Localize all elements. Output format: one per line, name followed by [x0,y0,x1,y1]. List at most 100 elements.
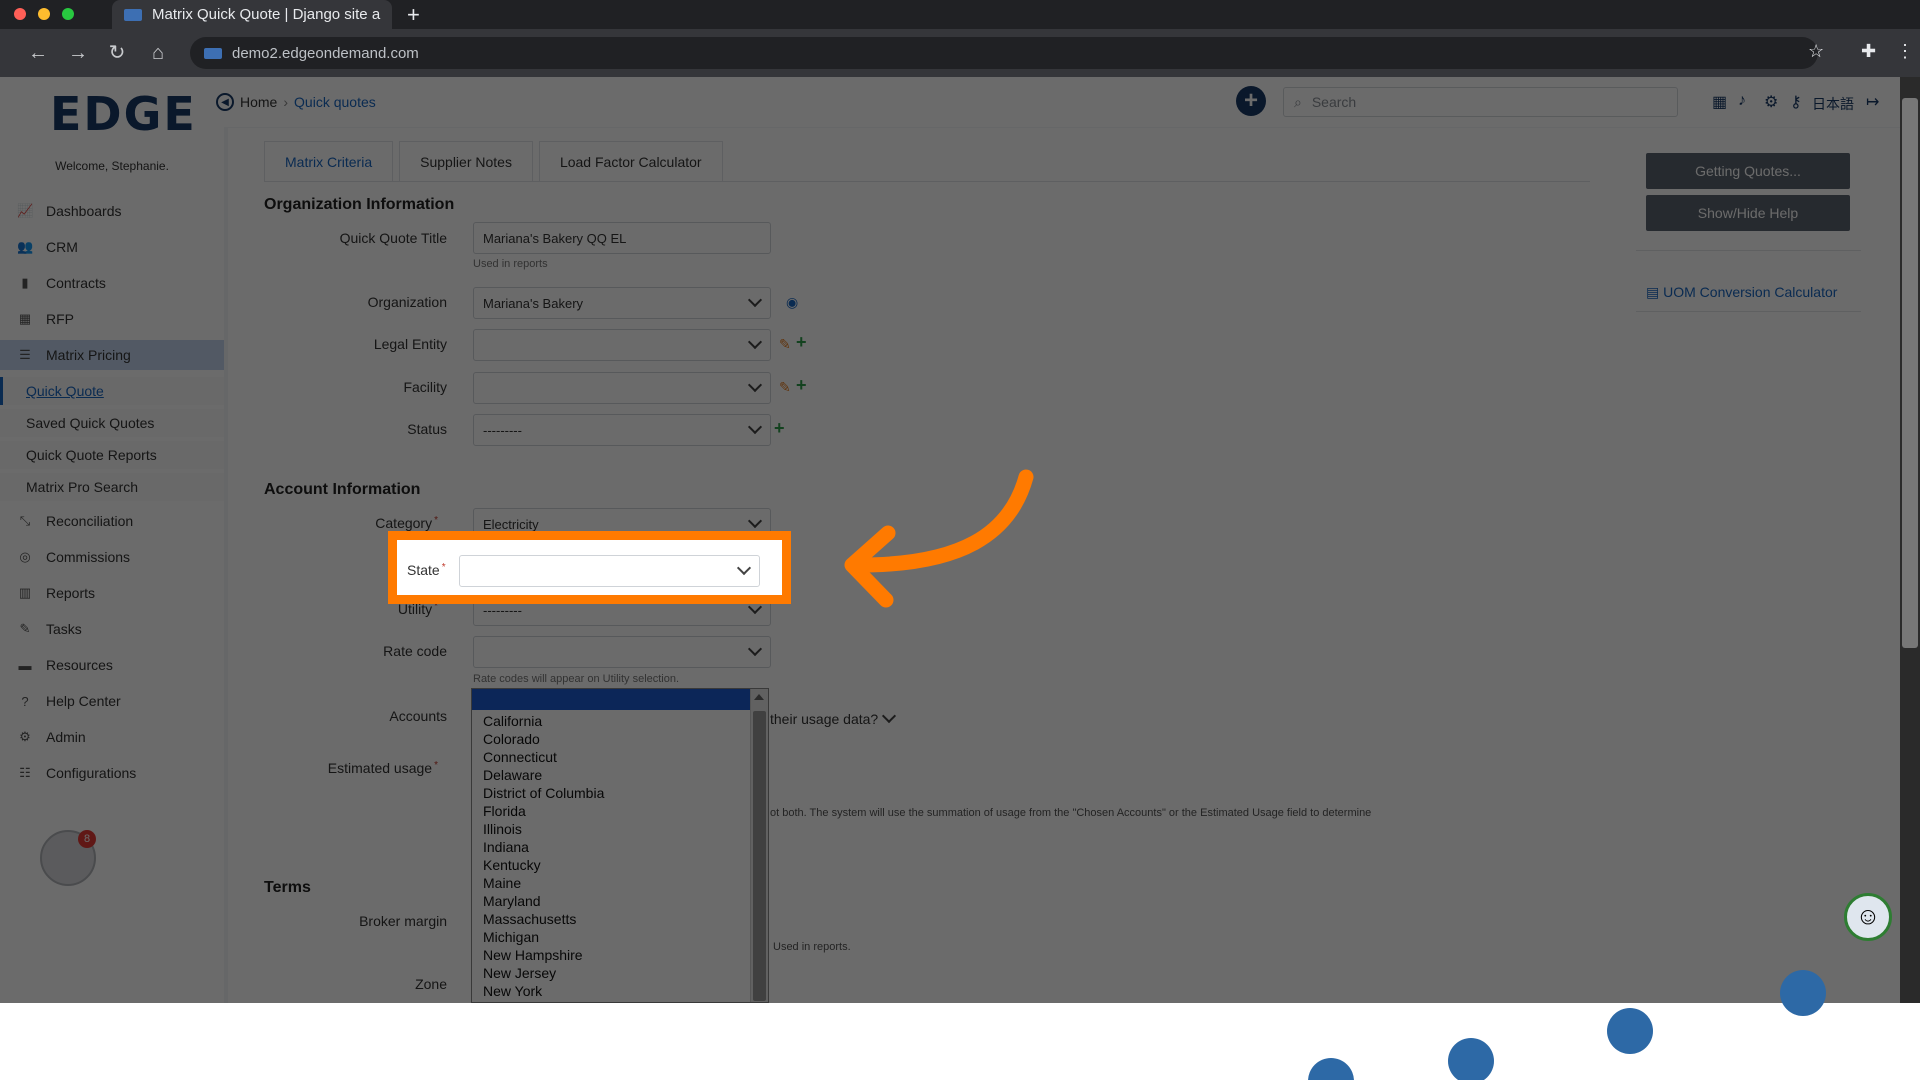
compress-icon: ⤡ [19,513,31,528]
state-option[interactable]: Illinois [483,820,522,838]
state-option[interactable]: Colorado [483,730,540,748]
usage-data-question[interactable]: their usage data? [770,711,878,727]
sidebar-item-reconciliation[interactable]: ⤡ Reconciliation [0,506,224,536]
bookmark-star-icon[interactable]: ☆ [1808,41,1824,62]
reload-icon[interactable]: ↻ [104,40,130,66]
quick-quote-title-input[interactable]: Mariana's Bakery QQ EL [473,222,771,254]
edit-legal-entity-pencil-icon[interactable]: ✎ [779,336,791,353]
rate-code-select[interactable] [473,636,771,668]
getting-quotes-button[interactable]: Getting Quotes... [1646,153,1850,189]
forward-arrow-icon[interactable]: → [65,40,91,66]
file-icon: ▮ [21,275,29,290]
sidebar-item-crm[interactable]: 👥 CRM [0,232,224,262]
selected-blank-option[interactable] [472,689,750,710]
organization-select[interactable]: Mariana's Bakery [473,287,771,319]
maximize-window-button[interactable] [62,8,74,20]
add-facility-plus-icon[interactable]: + [796,375,807,396]
status-select[interactable]: --------- [473,414,771,446]
search-input[interactable]: ⌕ Search [1283,87,1678,117]
state-option[interactable]: Maine [483,874,521,892]
sidebar-subitem-quick-quote-reports[interactable]: Quick Quote Reports [0,441,224,469]
state-option[interactable]: Indiana [483,838,529,856]
sidebar-subitem-saved-quick-quotes[interactable]: Saved Quick Quotes [0,409,224,437]
scrollbar-thumb[interactable] [753,711,766,1001]
chevron-down-icon [747,292,763,308]
state-option[interactable]: Michigan [483,928,539,946]
state-select[interactable] [459,555,760,587]
search-icon: ⌕ [1294,93,1302,110]
scroll-up-icon[interactable] [754,694,764,700]
sidebar-item-admin[interactable]: ⚙ Admin [0,722,224,752]
close-window-button[interactable] [14,8,26,20]
home-icon[interactable]: ⌂ [145,40,171,66]
state-option[interactable]: District of Columbia [483,784,604,802]
edge-logo[interactable]: EDGE [50,87,197,141]
key-icon[interactable]: ⚷ [1790,92,1802,112]
add-status-plus-icon[interactable]: + [774,418,785,439]
back-circle-icon[interactable]: ◀ [216,93,234,111]
state-option[interactable]: Connecticut [483,748,557,766]
browser-tab[interactable]: Matrix Quick Quote | Django site a [112,0,392,29]
language-switch[interactable]: 日本語 [1812,94,1854,114]
sidebar-item-configurations[interactable]: ☷ Configurations [0,758,224,788]
breadcrumb-home[interactable]: Home [240,94,277,110]
facility-select[interactable] [473,372,771,404]
sidebar-subitem-quick-quote[interactable]: Quick Quote [0,377,224,405]
state-option[interactable]: Ohio [483,1000,513,1002]
accounts-label: Accounts [389,708,447,724]
site-info-icon [204,47,222,59]
state-option[interactable]: New Jersey [483,964,556,982]
sidebar-item-reports[interactable]: ▥ Reports [0,578,224,608]
sidebar-item-rfp[interactable]: ▦ RFP [0,304,224,334]
tab-load-factor-calculator[interactable]: Load Factor Calculator [538,141,723,181]
tab-matrix-criteria[interactable]: Matrix Criteria [264,141,394,181]
sidebar-item-label: Help Center [46,693,121,709]
edit-facility-pencil-icon[interactable]: ✎ [779,379,791,396]
state-option[interactable]: Kentucky [483,856,541,874]
sidebar-item-contracts[interactable]: ▮ Contracts [0,268,224,298]
uom-conversion-link[interactable]: ▤ UOM Conversion Calculator [1646,284,1837,301]
new-tab-button[interactable]: + [407,2,420,28]
state-option[interactable]: Delaware [483,766,542,784]
sidebar-subitem-matrix-pro-search[interactable]: Matrix Pro Search [0,473,224,501]
show-hide-help-button[interactable]: Show/Hide Help [1646,195,1850,231]
address-bar[interactable]: demo2.edgeondemand.com [190,37,1818,69]
page-scrollbar-thumb[interactable] [1902,98,1918,648]
logout-icon[interactable]: ↦ [1866,92,1879,112]
calendar-icon[interactable]: ▦ [1712,92,1727,112]
back-arrow-icon[interactable]: ← [25,40,51,66]
bar-chart-icon: ▥ [18,585,32,600]
add-circle-icon[interactable]: + [1236,86,1266,116]
gear-icon[interactable]: ⚙ [1764,92,1778,112]
state-dropdown-list[interactable]: California Colorado Connecticut Delaware Dis… [471,688,769,1003]
sidebar-item-commissions[interactable]: ◎ Commissions [0,542,224,572]
sidebar-item-dashboards[interactable]: 📈 Dashboards [0,196,224,226]
dropdown-scrollbar[interactable] [750,689,768,1002]
estimated-usage-label: Estimated usage * [238,760,438,776]
calculator-icon: ▤ [1646,284,1664,300]
breadcrumb-quick-quotes[interactable]: Quick quotes [294,94,376,110]
sidebar-item-matrix-pricing[interactable]: ☰ Matrix Pricing [0,340,224,370]
chat-assistant-avatar-icon[interactable]: ☺ [1844,893,1892,941]
bell-icon[interactable]: ♪ [1738,92,1746,110]
eye-icon[interactable]: ◉ [786,294,798,311]
state-option[interactable]: New York [483,982,542,1000]
extensions-icon[interactable]: ✚ [1861,41,1876,62]
sidebar-item-help-center[interactable]: ? Help Center [0,686,224,716]
add-legal-entity-plus-icon[interactable]: + [796,332,807,353]
state-option[interactable]: Florida [483,802,526,820]
notification-count-badge: 8 [78,830,96,848]
state-option[interactable]: Maryland [483,892,541,910]
tab-supplier-notes[interactable]: Supplier Notes [399,141,533,181]
state-field-highlight: State * [388,531,791,604]
sidebar-item-resources[interactable]: ▬ Resources [0,650,224,680]
minimize-window-button[interactable] [38,8,50,20]
state-option[interactable]: California [483,712,542,730]
browser-menu-icon[interactable]: ⋮ [1896,41,1914,62]
legal-entity-select[interactable] [473,329,771,361]
folder-icon: ▬ [18,657,32,673]
usage-help-text: ot both. The system will use the summati… [770,807,1372,819]
state-option[interactable]: Massachusetts [483,910,576,928]
sidebar-item-tasks[interactable]: ✎ Tasks [0,614,224,644]
state-option[interactable]: New Hampshire [483,946,583,964]
